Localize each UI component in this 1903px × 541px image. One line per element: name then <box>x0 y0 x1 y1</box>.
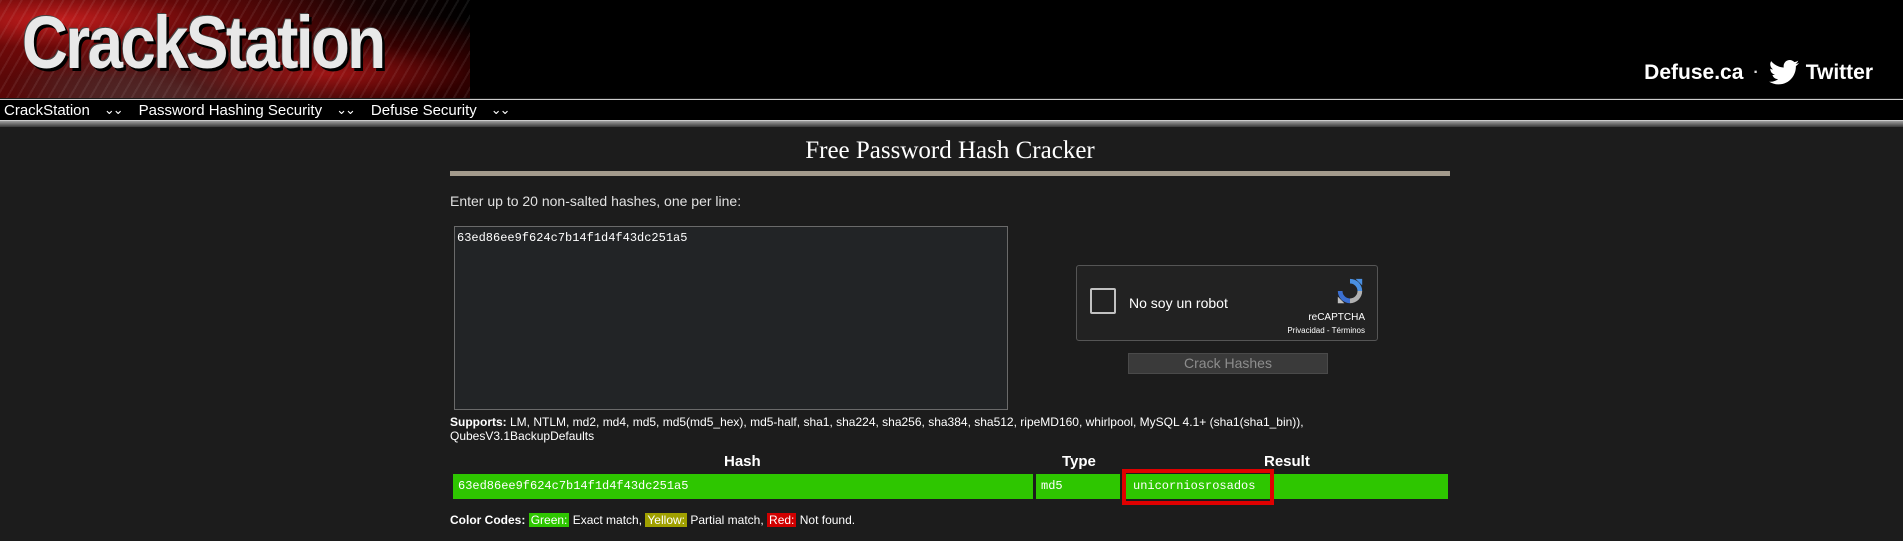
column-header-type: Type <box>1062 453 1096 470</box>
yellow-swatch: Yellow: <box>645 513 687 527</box>
captcha-label: No soy un robot <box>1129 295 1228 311</box>
column-header-hash: Hash <box>724 453 761 470</box>
double-chevron-down-icon[interactable]: ⌄⌄ <box>491 102 511 118</box>
title-divider <box>450 171 1450 176</box>
nav-item-password-hashing-security[interactable]: Password Hashing Security ⌄⌄ <box>135 102 367 119</box>
twitter-label[interactable]: Twitter <box>1806 61 1873 85</box>
main-nav: CrackStation ⌄⌄ Password Hashing Securit… <box>0 99 1903 121</box>
nav-item-label[interactable]: Defuse Security <box>371 102 477 119</box>
nav-divider <box>0 121 1903 127</box>
hash-input[interactable]: 63ed86ee9f624c7b14f1d4f43dc251a5 <box>454 226 1008 410</box>
result-type-cell: md5 <box>1036 474 1120 499</box>
logo-banner[interactable]: CrackStation <box>0 0 470 98</box>
instructions-text: Enter up to 20 non-salted hashes, one pe… <box>450 193 742 209</box>
nav-item-defuse-security[interactable]: Defuse Security ⌄⌄ <box>367 102 522 119</box>
twitter-link[interactable]: Twitter <box>1768 60 1873 85</box>
recaptcha-terms-link[interactable]: Privacidad - Términos <box>1287 326 1365 335</box>
green-swatch: Green: <box>528 513 570 527</box>
site-header: CrackStation Defuse.ca · Twitter <box>0 0 1903 98</box>
recaptcha-widget: No soy un robot reCAPTCHA Privacidad - T… <box>1076 265 1378 341</box>
link-separator: · <box>1753 63 1759 81</box>
column-header-result: Result <box>1264 453 1310 470</box>
red-swatch: Red: <box>767 513 797 527</box>
defuse-link[interactable]: Defuse.ca <box>1644 61 1743 85</box>
supported-hashes: Supports: LM, NTLM, md2, md4, md5, md5(m… <box>450 415 1350 443</box>
captcha-checkbox[interactable] <box>1090 288 1116 314</box>
yellow-meaning: Partial match, <box>687 513 768 527</box>
green-meaning: Exact match, <box>569 513 646 527</box>
social-links: Defuse.ca · Twitter <box>1644 60 1873 85</box>
nav-item-label[interactable]: CrackStation <box>4 102 90 119</box>
supports-list: LM, NTLM, md2, md4, md5, md5(md5_hex), m… <box>450 415 1304 443</box>
color-codes-label: Color Codes: <box>450 513 526 527</box>
page-title: Free Password Hash Cracker <box>805 137 1095 164</box>
nav-item-crackstation[interactable]: CrackStation ⌄⌄ <box>0 102 135 119</box>
supports-label: Supports: <box>450 415 507 429</box>
nav-item-label[interactable]: Password Hashing Security <box>139 102 322 119</box>
recaptcha-brand: reCAPTCHA <box>1308 312 1365 323</box>
red-meaning: Not found. <box>796 513 856 527</box>
recaptcha-logo-icon <box>1337 278 1363 304</box>
double-chevron-down-icon[interactable]: ⌄⌄ <box>104 102 124 118</box>
twitter-bird-icon <box>1768 60 1799 85</box>
double-chevron-down-icon[interactable]: ⌄⌄ <box>336 102 356 118</box>
result-highlight-box <box>1122 469 1274 505</box>
color-codes-legend: Color Codes: Green: Exact match, Yellow:… <box>450 513 855 527</box>
result-hash-cell: 63ed86ee9f624c7b14f1d4f43dc251a5 <box>453 474 1033 499</box>
crack-hashes-button[interactable]: Crack Hashes <box>1128 353 1328 374</box>
site-logo[interactable]: CrackStation <box>22 6 386 80</box>
